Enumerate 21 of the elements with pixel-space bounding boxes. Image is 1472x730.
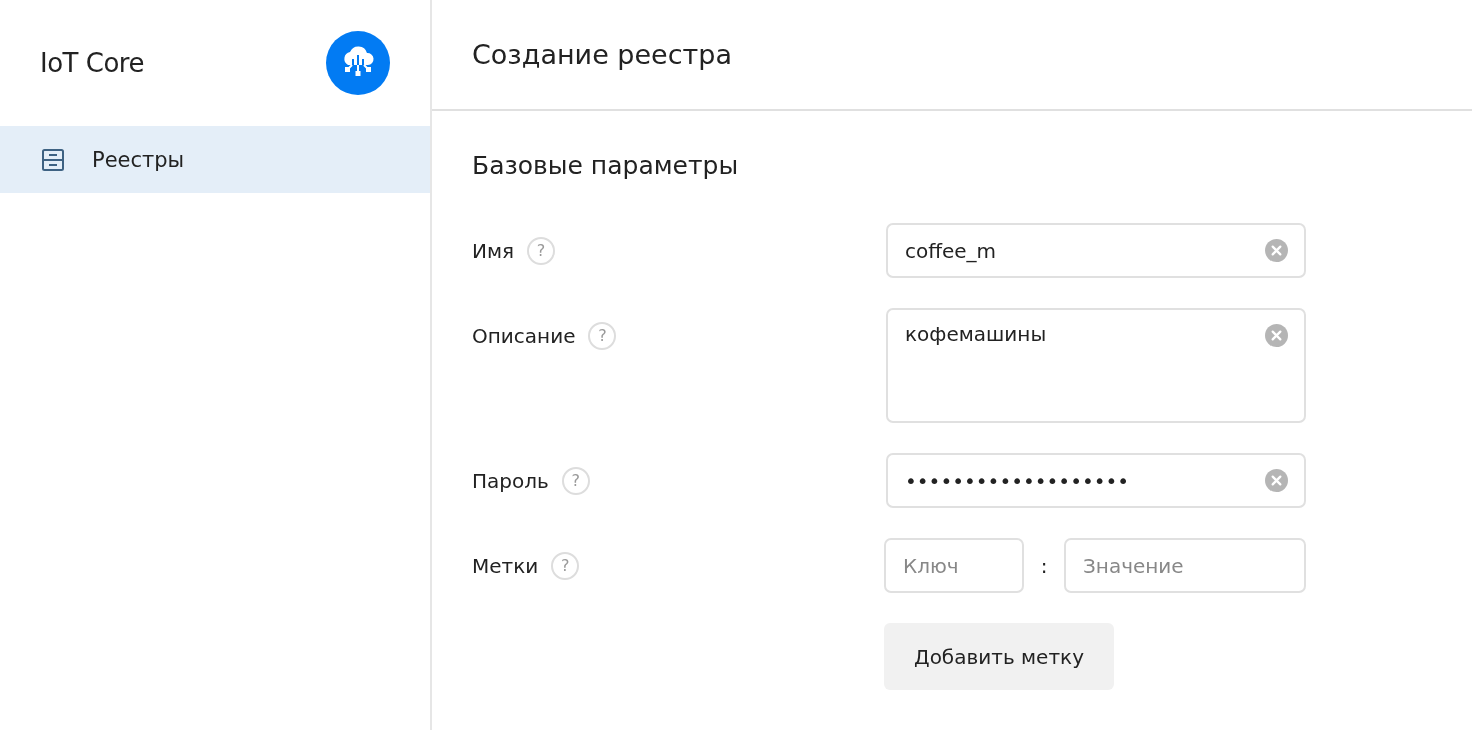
input-field[interactable]: кофемашины <box>886 308 1306 423</box>
sidebar-item[interactable]: Реестры <box>0 126 430 193</box>
page-title: Создание реестра <box>472 39 732 70</box>
clear-icon[interactable] <box>1265 324 1288 347</box>
input-field[interactable]: coffee_m <box>886 223 1306 278</box>
add-tag-button[interactable]: Добавить метку <box>884 623 1114 690</box>
clear-icon[interactable] <box>1265 239 1288 262</box>
section-title: Базовые параметры <box>472 151 740 180</box>
field-label: Метки <box>472 553 539 578</box>
key-field[interactable]: Ключ <box>884 538 1024 593</box>
drawer-icon <box>42 148 64 171</box>
clear-icon[interactable] <box>1265 469 1288 492</box>
sidebar-item-label: Реестры <box>92 147 185 172</box>
input-field[interactable]: ••••••••••••••••••• <box>886 453 1306 508</box>
field-label: Имя <box>472 238 515 263</box>
cloud-network-icon <box>326 31 390 95</box>
app-title: IoT Core <box>40 48 144 78</box>
field-label: Пароль <box>472 468 549 493</box>
separator-text: : <box>1039 553 1049 578</box>
field-label: Описание <box>472 323 576 348</box>
value-field[interactable]: Значение <box>1064 538 1306 593</box>
